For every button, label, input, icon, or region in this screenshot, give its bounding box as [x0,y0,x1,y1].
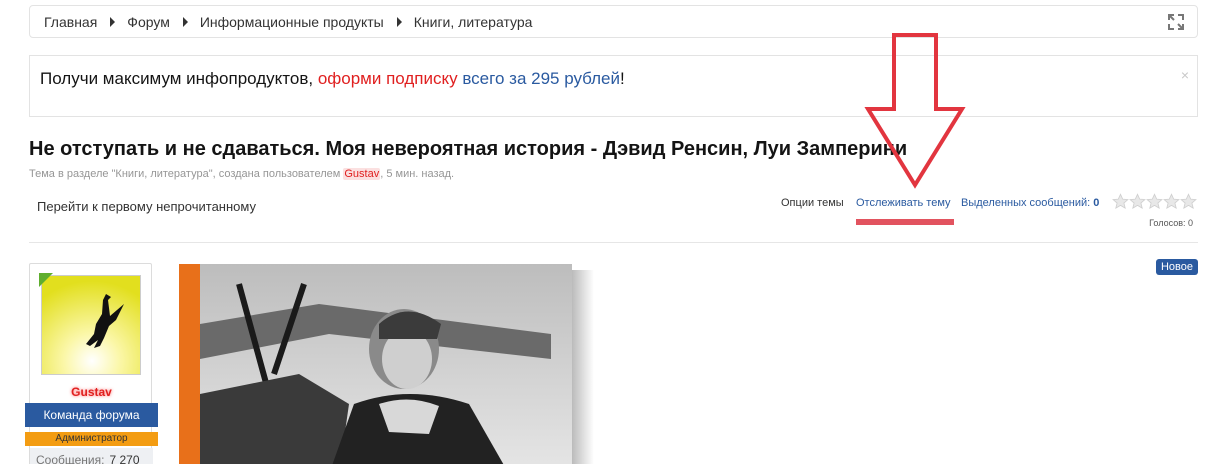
first-unread-link[interactable]: Перейти к первому непрочитанному [37,199,256,214]
thread-options-menu[interactable]: Опции темы [781,197,844,209]
star-icon[interactable] [1112,193,1129,210]
user-team-ribbon: Команда форума [25,403,158,427]
annotation-underline [856,219,954,225]
annotation-arrow-icon [864,33,966,189]
user-stats: Сообщения: 7 270 [30,448,153,464]
author-link[interactable]: Gustav [343,168,381,180]
thread-meta: Тема в разделе "Книги, литература", созд… [29,168,455,180]
user-role-badge: Администратор [25,432,158,446]
star-icon[interactable] [1163,193,1180,210]
fullscreen-icon[interactable] [1167,13,1185,31]
breadcrumb-info-products[interactable]: Информационные продукты [200,14,384,30]
subscribe-link[interactable]: оформи подписку [318,69,458,88]
breadcrumb-forum[interactable]: Форум [127,14,170,30]
breadcrumb-separator-icon [110,16,116,27]
breadcrumb-home[interactable]: Главная [44,14,97,30]
watch-thread-link[interactable]: Отслеживать тему [856,197,951,209]
online-indicator [39,273,53,287]
eagle-avatar-image [42,276,140,374]
close-icon[interactable]: × [1181,68,1189,82]
star-icon[interactable] [1129,193,1146,210]
breadcrumb: Главная Форум Информационные продукты Кн… [29,5,1198,38]
star-icon[interactable] [1180,193,1197,210]
divider [29,242,1198,243]
star-icon[interactable] [1146,193,1163,210]
breadcrumb-books[interactable]: Книги, литература [414,14,533,30]
notice-text: Получи максимум инфопродуктов, [40,69,318,88]
rating-stars[interactable] [1112,193,1197,210]
breadcrumb-separator-icon [182,16,188,27]
avatar[interactable] [41,275,141,375]
user-card: Gustav Команда форума Администратор Сооб… [25,263,158,464]
book-cover-image[interactable] [179,264,599,464]
subscription-notice: Получи максимум инфопродуктов, оформи по… [29,55,1198,117]
breadcrumb-separator-icon [396,16,402,27]
price-link[interactable]: всего за 295 рублей [462,69,620,88]
votes-count: Голосов: 0 [1149,218,1193,228]
user-name[interactable]: Gustav [30,385,153,399]
selected-messages-link[interactable]: Выделенных сообщений: 0 [961,197,1099,209]
new-badge: Новое [1156,259,1198,275]
page-title: Не отступать и не сдаваться. Моя невероя… [29,138,908,160]
